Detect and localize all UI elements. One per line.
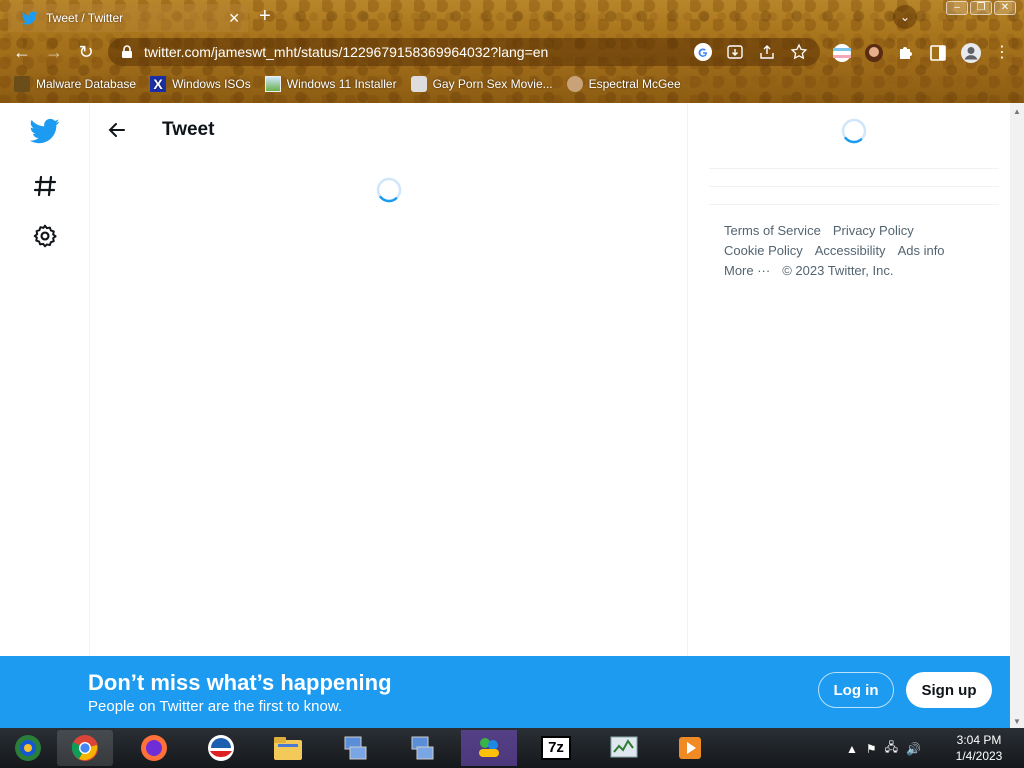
- loading-spinner-icon: [841, 118, 867, 144]
- tab-close-icon[interactable]: ✕: [228, 10, 240, 27]
- clock-time: 3:04 PM: [956, 733, 1002, 747]
- flag-extension-icon[interactable]: [832, 43, 852, 63]
- main-header: Tweet: [90, 103, 687, 156]
- twitter-logo-icon[interactable]: [28, 114, 62, 148]
- page-title: Tweet: [162, 118, 215, 140]
- taskbar-7zip-icon[interactable]: 7z: [528, 730, 584, 766]
- bookmarks-bar: Malware Database X Windows ISOs Windows …: [0, 72, 1024, 96]
- installer-icon: [264, 76, 281, 92]
- bookmark-label: Malware Database: [36, 77, 137, 91]
- new-tab-button[interactable]: +: [259, 6, 271, 26]
- taskbar-network-icon[interactable]: [327, 730, 383, 766]
- lock-icon: [122, 45, 132, 58]
- browser-menu-icon[interactable]: ⋮: [994, 43, 1010, 63]
- ads-info-link[interactable]: Ads info: [898, 241, 945, 261]
- avatar-icon: [566, 76, 583, 92]
- bookmark-item[interactable]: X Windows ISOs: [150, 76, 251, 92]
- x-icon: X: [150, 76, 167, 92]
- login-button[interactable]: Log in: [818, 672, 894, 708]
- main-column: Tweet: [90, 103, 688, 728]
- accessibility-link[interactable]: Accessibility: [815, 241, 886, 261]
- browser-tab[interactable]: Tweet / Twitter ✕: [8, 4, 248, 32]
- left-nav: [0, 103, 90, 728]
- reload-icon[interactable]: ↻: [74, 40, 98, 64]
- page-scrollbar[interactable]: ▲ ▼: [1010, 103, 1024, 728]
- cookie-link[interactable]: Cookie Policy: [724, 241, 803, 261]
- settings-gear-icon[interactable]: [28, 219, 62, 253]
- volume-icon[interactable]: 🔊: [906, 742, 921, 756]
- scroll-down-icon[interactable]: ▼: [1013, 717, 1021, 726]
- back-arrow-icon[interactable]: [100, 113, 134, 147]
- footer-links: Terms of Service Privacy Policy Cookie P…: [724, 221, 984, 281]
- taskbar-file-explorer-icon[interactable]: [260, 730, 316, 766]
- url-text[interactable]: twitter.com/jameswt_mht/status/122967915…: [144, 44, 694, 60]
- scroll-up-icon[interactable]: ▲: [1013, 107, 1021, 116]
- taskbar-firefox-icon[interactable]: [126, 730, 182, 766]
- browser-chrome: Tweet / Twitter ✕ + ⌄ – ❐ ✕ ← → ↻ twitte…: [0, 0, 1024, 103]
- back-arrow-icon[interactable]: ←: [10, 40, 34, 64]
- bookmark-label: Espectral McGee: [588, 77, 681, 91]
- action-center-flag-icon[interactable]: ⚑: [866, 742, 877, 756]
- clock-date: 1/4/2023: [955, 749, 1003, 763]
- taskbar-messenger-icon[interactable]: [461, 730, 517, 766]
- start-chrome-alt-icon[interactable]: [0, 730, 56, 766]
- bookmark-label: Gay Porn Sex Movie...: [432, 77, 553, 91]
- browser-toolbar: ← → ↻ twitter.com/jameswt_mht/status/122…: [0, 36, 1024, 68]
- terms-link[interactable]: Terms of Service: [724, 221, 821, 241]
- bookmark-label: Windows 11 Installer: [286, 77, 397, 91]
- more-link[interactable]: More ···: [724, 261, 770, 281]
- right-sidebar: Terms of Service Privacy Policy Cookie P…: [689, 103, 1010, 728]
- taskbar-media-player-icon[interactable]: [662, 730, 718, 766]
- windows-taskbar: 7z ▲ ⚑ 🖧 🔊 3:04 PM 1/4/2023: [0, 728, 1024, 768]
- copyright-text: © 2023 Twitter, Inc.: [782, 263, 894, 278]
- forward-arrow-icon[interactable]: →: [42, 40, 66, 64]
- twitter-favicon-icon: [22, 11, 38, 25]
- privacy-link[interactable]: Privacy Policy: [833, 221, 914, 241]
- side-panel-icon[interactable]: [928, 43, 948, 63]
- tray-expand-icon[interactable]: ▲: [846, 742, 858, 756]
- signup-button[interactable]: Sign up: [906, 672, 992, 708]
- divider: [709, 168, 999, 169]
- system-tray: ▲ ⚑ 🖧 🔊: [846, 738, 921, 759]
- malware-icon: [14, 76, 30, 92]
- profile-extension-icon[interactable]: [864, 43, 884, 63]
- divider: [709, 204, 999, 205]
- extensions-puzzle-icon[interactable]: [896, 43, 916, 63]
- camera-icon: [410, 76, 427, 92]
- bookmark-item[interactable]: Windows 11 Installer: [264, 76, 397, 92]
- account-avatar-icon[interactable]: [960, 42, 982, 64]
- signup-banner: Don’t miss what’s happening People on Tw…: [0, 656, 1010, 728]
- banner-subtitle: People on Twitter are the first to know.: [88, 698, 343, 715]
- bookmark-star-icon[interactable]: [790, 43, 808, 61]
- twitter-page: Tweet Terms of Service Privacy Policy Co…: [0, 103, 1010, 728]
- share-icon[interactable]: [758, 43, 776, 61]
- address-bar[interactable]: twitter.com/jameswt_mht/status/122967915…: [108, 38, 820, 66]
- taskbar-chrome-icon[interactable]: [57, 730, 113, 766]
- divider: [709, 186, 999, 187]
- taskbar-obama-logo-icon[interactable]: [193, 730, 249, 766]
- bookmark-label: Windows ISOs: [172, 77, 251, 91]
- network-icon[interactable]: 🖧: [885, 738, 898, 759]
- tab-search-icon[interactable]: ⌄: [893, 5, 917, 29]
- restore-icon[interactable]: ❐: [970, 1, 992, 15]
- window-controls: – ❐ ✕: [946, 1, 1016, 15]
- close-window-icon[interactable]: ✕: [994, 1, 1016, 15]
- banner-title: Don’t miss what’s happening: [88, 670, 392, 695]
- taskbar-clock[interactable]: 3:04 PM 1/4/2023: [946, 732, 1012, 764]
- install-app-icon[interactable]: [726, 43, 744, 61]
- bookmark-item[interactable]: Espectral McGee: [566, 76, 681, 92]
- bookmark-item[interactable]: Malware Database: [14, 76, 136, 92]
- minimize-icon[interactable]: –: [946, 1, 968, 15]
- loading-spinner-icon: [376, 177, 402, 203]
- bookmark-item[interactable]: Gay Porn Sex Movie...: [410, 76, 553, 92]
- google-icon[interactable]: [694, 43, 712, 61]
- tab-title: Tweet / Twitter: [46, 11, 124, 25]
- taskbar-task-manager-icon[interactable]: [596, 730, 652, 766]
- taskbar-network-2-icon[interactable]: [394, 730, 450, 766]
- explore-hashtag-icon[interactable]: [28, 169, 62, 203]
